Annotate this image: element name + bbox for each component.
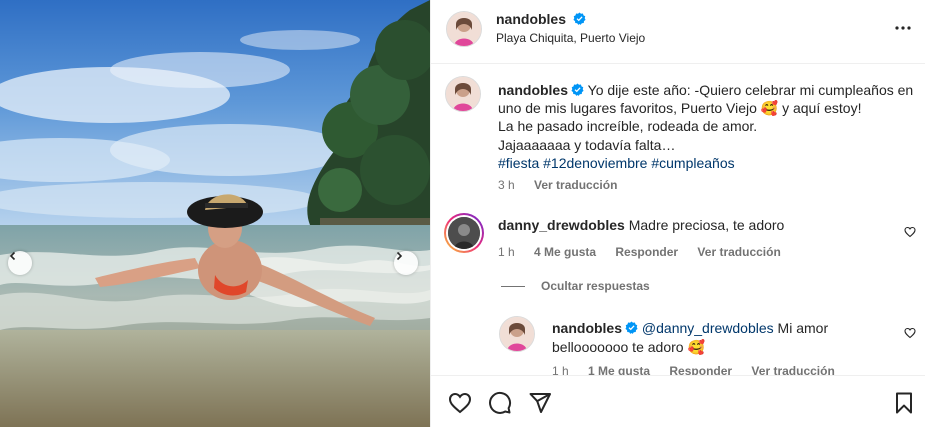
post-location[interactable]: Playa Chiquita, Puerto Viejo [496,31,645,45]
chevron-left-icon [9,251,16,261]
comment-icon[interactable] [488,391,512,415]
post-caption: nandobles Yo dije este año: -Quiero cele… [498,81,913,172]
caption-avatar[interactable] [445,76,481,112]
comment-body: danny_drewdobles Madre preciosa, te ador… [498,217,784,233]
comment-timestamp[interactable]: 1 h [498,245,515,259]
mention-link[interactable]: @danny_drewdobles [642,320,774,336]
heart-icon[interactable] [904,226,916,238]
caption-line: nandobles Yo dije este año: -Quiero cele… [498,81,913,99]
reply-username[interactable]: nandobles [552,320,622,336]
profile-photo-image [500,317,534,351]
hide-replies-button[interactable]: Ocultar respuestas [501,279,650,293]
see-translation-button[interactable]: Ver traducción [697,245,780,259]
caption-username[interactable]: nandobles [498,82,568,98]
caption-text-line-3: La he pasado increíble, rodeada de amor. [498,118,758,135]
caption-timestamp[interactable]: 3 h [498,178,515,192]
comment-text: Madre preciosa, te adoro [628,217,785,233]
post-actions-bar [431,375,925,427]
beach-photo-image [0,0,430,427]
reply-body: nandobles @danny_drewdobles Mi amor bell… [552,319,892,357]
commenter-avatar[interactable] [444,213,484,253]
post-photo[interactable] [0,0,430,427]
profile-photo-image [446,77,480,111]
profile-photo-image [447,12,481,46]
hashtag-link[interactable]: #12denoviembre [543,155,647,171]
caption-text-line-2: uno de mis lugares favoritos, Puerto Vie… [498,100,862,117]
profile-photo-image [448,217,480,249]
verified-badge-icon [571,83,584,96]
see-translation-button[interactable]: Ver traducción [751,364,834,375]
avatar[interactable] [446,11,482,47]
more-horizontal-icon[interactable] [893,20,913,36]
reply-avatar[interactable] [499,316,535,352]
verified-badge-icon [625,321,638,334]
reply-text-line-1: Mi amor [773,320,829,336]
comment-meta: 1 h 4 Me gusta Responder Ver traducción [498,245,797,259]
share-icon[interactable] [528,391,552,415]
hashtag-link[interactable]: #cumpleaños [651,155,734,171]
post-side-panel: nandobles Playa Chiquita, Puerto Viejo n… [430,0,925,427]
bookmark-icon[interactable] [892,391,916,415]
heart-icon[interactable] [904,327,916,339]
caption-meta: 3 h Ver traducción [498,178,633,192]
comments-list[interactable]: nandobles Yo dije este año: -Quiero cele… [431,65,925,375]
next-photo-button[interactable] [394,251,418,275]
reply-text-line-2: bellooooooo te adoro 🥰 [552,339,705,355]
post-header: nandobles Playa Chiquita, Puerto Viejo [431,0,925,64]
divider [501,285,525,287]
heart-icon[interactable] [448,391,472,415]
reply-timestamp[interactable]: 1 h [552,364,569,375]
post-author[interactable]: nandobles [496,11,586,27]
chevron-right-icon [396,251,403,261]
hashtag-link[interactable]: #fiesta [498,155,539,171]
caption-text-line-4: Jajaaaaaaa y todavía falta… [498,136,676,153]
author-username[interactable]: nandobles [496,11,566,27]
see-translation-button[interactable]: Ver traducción [534,178,617,192]
verified-badge-icon [573,12,586,25]
comment-likes-button[interactable]: 4 Me gusta [534,245,596,259]
caption-hashtags: #fiesta #12denoviembre #cumpleaños [498,154,913,172]
reply-button[interactable]: Responder [669,364,732,375]
reply-button[interactable]: Responder [615,245,678,259]
commenter-username[interactable]: danny_drewdobles [498,217,625,233]
caption-text-line-1: Yo dije este año: -Quiero celebrar mi cu… [587,82,914,98]
reply-likes-button[interactable]: 1 Me gusta [588,364,650,375]
reply-meta: 1 h 1 Me gusta Responder Ver traducción [552,364,851,375]
previous-photo-button[interactable] [8,251,32,275]
hide-replies-label: Ocultar respuestas [541,279,650,293]
